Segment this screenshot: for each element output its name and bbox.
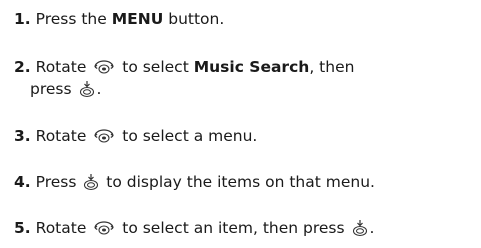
step-text: Rotate (35, 58, 92, 76)
step-5: 5. Rotate to select an item, then press … (14, 217, 374, 239)
step-text: to select a menu. (117, 127, 258, 145)
step-text: button. (163, 10, 225, 28)
step-text: Press the (35, 10, 112, 28)
step-text: Rotate (35, 219, 92, 237)
push-button-icon (352, 219, 368, 237)
rotary-dial-icon (93, 127, 115, 145)
push-button-icon (79, 80, 95, 98)
step-number: 4. (14, 173, 31, 191)
step-number: 3. (14, 127, 31, 145)
step-number: 5. (14, 219, 31, 237)
step-text: Press (35, 173, 82, 191)
menu-button-label: MENU (111, 10, 164, 28)
step-text: Rotate (35, 127, 92, 145)
step-continuation: press . (30, 80, 102, 98)
step-1: 1. Press the MENU button. (14, 8, 224, 30)
music-search-label: Music Search (193, 58, 310, 76)
step-2: 2. Rotate to select Music Search, then p… (14, 56, 354, 100)
step-number: 1. (14, 10, 31, 28)
push-button-icon (83, 173, 99, 191)
step-text: to select an item, then press (117, 219, 350, 237)
rotary-dial-icon (93, 58, 115, 76)
step-3: 3. Rotate to select a menu. (14, 125, 257, 147)
rotary-dial-icon (93, 219, 115, 237)
step-text: to display the items on that menu. (101, 173, 375, 191)
step-text: . (369, 219, 375, 237)
step-text: to select (117, 58, 194, 76)
step-number: 2. (14, 58, 31, 76)
step-4: 4. Press to display the items on that me… (14, 171, 375, 193)
step-text: , then (309, 58, 355, 76)
